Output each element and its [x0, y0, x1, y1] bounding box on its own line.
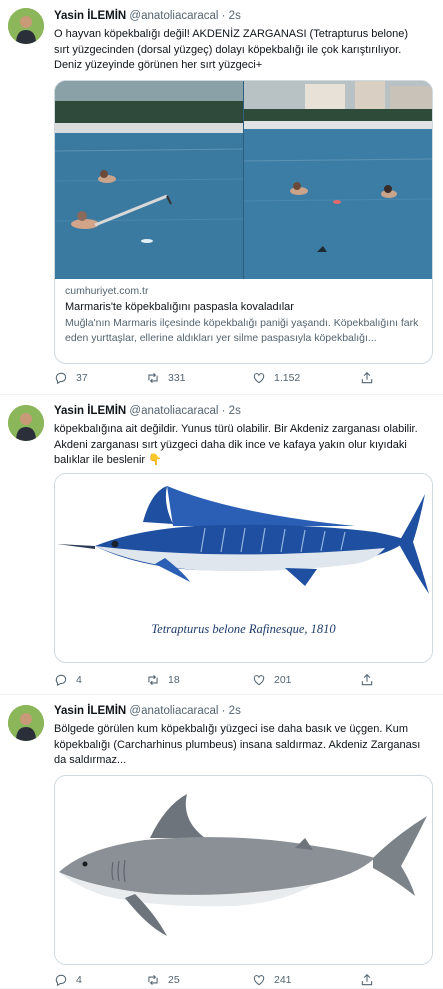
tweet-header: Yasin İLEMİN @anatoliacaracal · 2s: [54, 705, 241, 717]
tweet-actions: 37 331 1.152: [54, 371, 394, 387]
author-name[interactable]: Yasin İLEMİN: [54, 705, 126, 717]
reply-icon: [55, 372, 67, 385]
retweet-count: 18: [168, 674, 180, 686]
media-image[interactable]: Tetrapturus belone Rafinesque, 1810: [54, 473, 433, 663]
tweet-1[interactable]: Yasin İLEMİN @anatoliacaracal · 2s O hay…: [0, 0, 443, 395]
link-card[interactable]: cumhuriyet.com.tr Marmaris'te köpekbalığ…: [54, 80, 433, 364]
like-count: 241: [274, 974, 292, 986]
avatar[interactable]: [8, 405, 44, 441]
share-icon: [361, 974, 373, 986]
reply-count: 37: [76, 372, 88, 384]
retweet-button[interactable]: 331: [146, 371, 186, 385]
like-count: 1.152: [274, 372, 301, 384]
retweet-icon: [148, 974, 158, 986]
like-icon: [253, 675, 265, 686]
author-name[interactable]: Yasin İLEMİN: [54, 10, 126, 22]
timestamp[interactable]: · 2s: [222, 405, 241, 417]
tweet-header: Yasin İLEMİN @anatoliacaracal · 2s: [54, 405, 241, 417]
share-icon: [361, 372, 373, 384]
media-image[interactable]: [54, 775, 433, 965]
timestamp[interactable]: · 2s: [222, 705, 241, 717]
tweet-actions: 4 18 201: [54, 673, 394, 689]
retweet-count: 331: [168, 372, 186, 384]
avatar[interactable]: [8, 705, 44, 741]
retweet-count: 25: [168, 974, 180, 986]
share-icon: [361, 674, 373, 686]
avatar[interactable]: [8, 8, 44, 44]
link-card-image: [55, 81, 432, 279]
link-card-description: Muğla'nın Marmaris ilçesinde köpekbalığı…: [65, 317, 419, 344]
reply-button[interactable]: 4: [54, 973, 82, 987]
tweet-text: Bölgede görülen kum köpekbalığı yüzgeci …: [54, 723, 421, 766]
reply-button[interactable]: 4: [54, 673, 82, 687]
reply-count: 4: [76, 674, 82, 686]
timestamp[interactable]: · 2s: [222, 10, 241, 22]
reply-button[interactable]: 37: [54, 371, 88, 385]
like-button[interactable]: 1.152: [252, 371, 300, 385]
link-card-title: Marmaris'te köpekbalığını paspasla koval…: [65, 301, 294, 313]
share-button[interactable]: [360, 973, 374, 987]
like-icon: [253, 373, 265, 384]
tweet-text: köpekbalığına ait değildir. Yunus türü o…: [54, 423, 418, 466]
shark-illustration: [55, 776, 432, 964]
like-count: 201: [274, 674, 292, 686]
like-button[interactable]: 201: [252, 673, 292, 687]
retweet-button[interactable]: 25: [146, 973, 180, 987]
reply-icon: [55, 974, 67, 987]
retweet-button[interactable]: 18: [146, 673, 180, 687]
retweet-icon: [148, 674, 158, 686]
like-button[interactable]: 241: [252, 973, 292, 987]
image-caption: Tetrapturus belone Rafinesque, 1810: [151, 622, 336, 636]
author-handle[interactable]: @anatoliacaracal: [129, 10, 218, 22]
link-card-domain: cumhuriyet.com.tr: [65, 285, 149, 297]
retweet-icon: [148, 372, 158, 384]
author-name[interactable]: Yasin İLEMİN: [54, 405, 126, 417]
like-icon: [253, 975, 265, 986]
reply-icon: [55, 674, 67, 687]
author-handle[interactable]: @anatoliacaracal: [129, 405, 218, 417]
tweet-header: Yasin İLEMİN @anatoliacaracal · 2s: [54, 10, 241, 22]
author-handle[interactable]: @anatoliacaracal: [129, 705, 218, 717]
tweet-text: O hayvan köpekbalığı değil! AKDENİZ ZARG…: [54, 28, 408, 71]
tweet-actions: 4 25 241: [54, 973, 394, 989]
tweet-3[interactable]: Yasin İLEMİN @anatoliacaracal · 2s Bölge…: [0, 695, 443, 989]
reply-count: 4: [76, 974, 82, 986]
share-button[interactable]: [360, 673, 374, 687]
tweet-2[interactable]: Yasin İLEMİN @anatoliacaracal · 2s köpek…: [0, 395, 443, 695]
share-button[interactable]: [360, 371, 374, 385]
